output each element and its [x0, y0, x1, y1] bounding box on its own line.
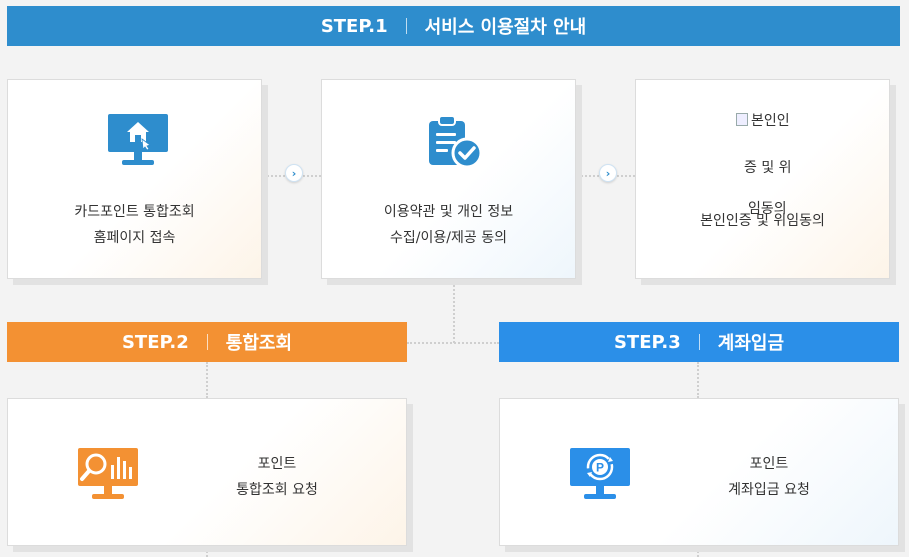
connector-step2-step3 — [407, 342, 499, 344]
card-homepage-access: 카드포인트 통합조회 홈페이지 접속 — [7, 79, 262, 279]
broken-image-icon: 본인인 증 및 위 임동의 — [736, 110, 792, 217]
card-line: 수집/이용/제공 동의 — [390, 230, 507, 246]
clipboard-check-icon — [427, 115, 483, 173]
card-line: 본인인증 및 위임동의 — [700, 213, 825, 229]
card-text: 포인트 통합조회 요청 — [148, 451, 406, 503]
divider — [698, 334, 700, 350]
divider — [405, 18, 407, 34]
step-title: 통합조회 — [225, 333, 293, 354]
card-terms-consent: 이용약관 및 개인 정보 수집/이용/제공 동의 — [321, 79, 576, 279]
monitor-search-chart-icon — [77, 447, 139, 505]
step-label: STEP.1 — [320, 15, 388, 37]
step-title: 서비스 이용절차 안내 — [424, 17, 587, 38]
card-line: 통합조회 요청 — [236, 482, 318, 498]
divider — [206, 334, 208, 350]
card-line: 포인트 — [749, 456, 789, 472]
step-title: 계좌입금 — [717, 333, 785, 354]
step-label: STEP.2 — [121, 331, 189, 353]
card-line: 포인트 — [257, 456, 297, 472]
monitor-point-icon: P — [569, 447, 631, 505]
connector-card4-down — [206, 547, 208, 557]
card-auth-delegation: 본인인 증 및 위 임동의 본인인증 및 위임동의 — [635, 79, 890, 279]
card-point-inquiry: 포인트 통합조회 요청 — [7, 398, 407, 546]
monitor-home-icon — [107, 113, 169, 171]
connector-consent-down — [453, 281, 455, 343]
step2-banner: STEP.2 통합조회 — [7, 322, 407, 362]
next-arrow-icon: › — [285, 164, 303, 182]
card-line: 계좌입금 요청 — [728, 482, 810, 498]
alt-text-line: 증 및 위 — [744, 160, 792, 176]
card-text: 포인트 계좌입금 요청 — [640, 451, 898, 503]
step3-banner: STEP.3 계좌입금 — [499, 322, 899, 362]
connector-card5-down — [697, 547, 699, 557]
card-text: 본인인증 및 위임동의 — [636, 208, 889, 234]
card-text: 카드포인트 통합조회 홈페이지 접속 — [8, 199, 261, 251]
card-line: 이용약관 및 개인 정보 — [383, 204, 514, 220]
svg-text:P: P — [596, 461, 604, 475]
connector-step2-down — [206, 362, 208, 398]
step-label: STEP.3 — [613, 331, 681, 353]
next-arrow-icon: › — [599, 164, 617, 182]
card-point-deposit: P 포인트 계좌입금 요청 — [499, 398, 899, 546]
step1-banner: STEP.1 서비스 이용절차 안내 — [7, 6, 900, 46]
card-line: 홈페이지 접속 — [93, 230, 176, 246]
alt-text-line: 본인인 — [751, 113, 790, 129]
card-text: 이용약관 및 개인 정보 수집/이용/제공 동의 — [322, 199, 575, 251]
card-line: 카드포인트 통합조회 — [74, 204, 195, 220]
connector-step3-down — [697, 362, 699, 398]
